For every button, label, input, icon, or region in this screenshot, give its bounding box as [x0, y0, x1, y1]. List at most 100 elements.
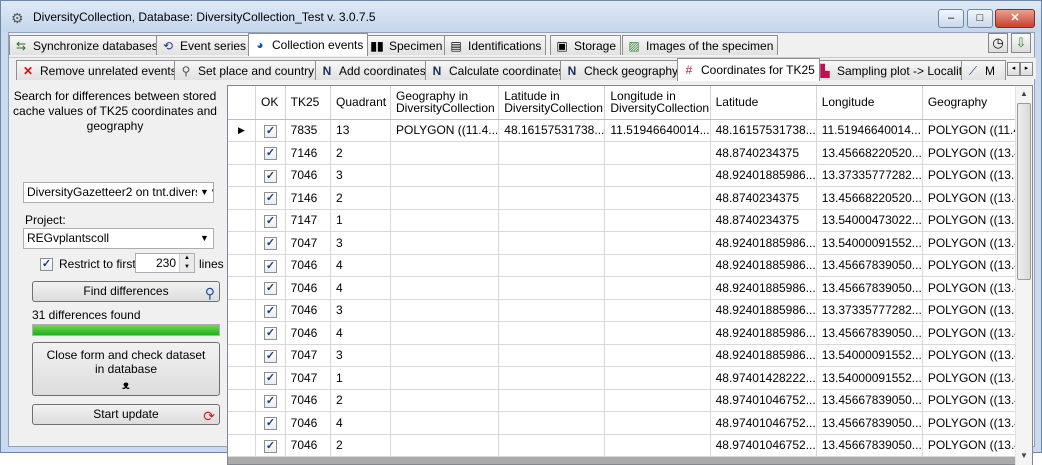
ok-cell[interactable]: ✓ — [255, 299, 286, 322]
cell-quadrant[interactable]: 3 — [330, 164, 391, 187]
differences-grid[interactable]: OK TK25 Quadrant Geography in DiversityC… — [227, 85, 1033, 465]
cell-lat-dc[interactable] — [498, 141, 606, 165]
table-row[interactable]: ▶ ✓ 7835 13 POLYGON ((11.4... 48.16157531738.… — [228, 119, 1032, 142]
cell-lat-dc[interactable] — [498, 186, 606, 210]
cell-lon-dc[interactable] — [604, 186, 711, 210]
cell-lon[interactable]: 13.45667839050... — [816, 321, 923, 345]
cell-lat[interactable]: 48.92401885986... — [710, 344, 817, 367]
cell-tk25[interactable]: 7046 — [285, 321, 332, 345]
ok-checkbox[interactable]: ✓ — [263, 214, 277, 228]
column-header[interactable]: Quadrant — [330, 86, 391, 120]
cell-lat[interactable]: 48.8740234375 — [710, 209, 817, 232]
cell-lon-dc[interactable] — [604, 276, 711, 300]
cell-lon[interactable]: 13.45668220520... — [816, 141, 923, 165]
row-header[interactable] — [228, 434, 256, 457]
table-row[interactable]: ✓ 7046 4 48.92401885986... 13.45667839050...… — [228, 254, 1032, 277]
table-row[interactable]: ✓ 7046 3 48.92401885986... 13.37335777282...… — [228, 299, 1032, 322]
cell-tk25[interactable]: 7835 — [285, 119, 332, 142]
cell-quadrant[interactable]: 4 — [330, 254, 391, 277]
ok-checkbox[interactable]: ✓ — [263, 327, 277, 341]
cell-lon[interactable]: 13.45667839050... — [816, 276, 923, 300]
cell-lon[interactable]: 13.45667839050... — [816, 434, 923, 457]
cell-lon[interactable]: 13.45667839050... — [816, 254, 923, 277]
close-form-button[interactable]: Close form and check dataset in database… — [32, 342, 220, 396]
minimize-button[interactable]: – — [938, 9, 964, 28]
cell-quadrant[interactable]: 2 — [330, 186, 391, 210]
scroll-down-icon[interactable]: ▼ — [1016, 448, 1032, 464]
tab-specimen[interactable]: ▮▮ Specimen — [365, 35, 448, 55]
table-row[interactable]: ✓ 7046 2 48.97401046752... 13.45667839050...… — [228, 434, 1032, 457]
cell-lon-dc[interactable] — [604, 299, 711, 322]
table-row[interactable]: ✓ 7046 2 48.97401046752... 13.45667839050...… — [228, 389, 1032, 412]
cell-geo-dc[interactable]: POLYGON ((11.4... — [390, 119, 500, 142]
cell-lon-dc[interactable] — [604, 321, 711, 345]
ok-cell[interactable]: ✓ — [255, 276, 286, 300]
cell-lon-dc[interactable] — [604, 141, 711, 165]
cell-lon[interactable]: 11.51946640014... — [816, 119, 923, 142]
cell-lat-dc[interactable]: 48.16157531738... — [498, 119, 606, 142]
row-header[interactable] — [228, 164, 256, 187]
table-row[interactable]: ✓ 7047 3 48.92401885986... 13.54000091552...… — [228, 231, 1032, 255]
ok-checkbox[interactable]: ✓ — [263, 282, 277, 296]
cell-lat[interactable]: 48.97401046752... — [710, 411, 817, 435]
cell-lat-dc[interactable] — [498, 411, 606, 435]
ok-cell[interactable]: ✓ — [255, 254, 286, 277]
cell-quadrant[interactable]: 3 — [330, 344, 391, 367]
table-row[interactable]: ✓ 7046 4 48.97401046752... 13.45667839050...… — [228, 411, 1032, 435]
clock-icon[interactable]: ◷ — [988, 33, 1008, 53]
row-header[interactable] — [228, 389, 256, 412]
cell-tk25[interactable]: 7046 — [285, 411, 332, 435]
cell-quadrant[interactable]: 2 — [330, 141, 391, 165]
cell-tk25[interactable]: 7046 — [285, 254, 332, 277]
cell-lat[interactable]: 48.97401046752... — [710, 389, 817, 412]
cell-lat[interactable]: 48.97401046752... — [710, 434, 817, 457]
tab-coordinates-for-tk25[interactable]: # Coordinates for TK25 — [677, 58, 820, 81]
cell-tk25[interactable]: 7046 — [285, 299, 332, 322]
cell-geo-dc[interactable] — [390, 209, 500, 232]
table-row[interactable]: ✓ 7046 4 48.92401885986... 13.45667839050...… — [228, 276, 1032, 300]
cell-lon-dc[interactable] — [604, 164, 711, 187]
tab-scroll-left-icon[interactable]: ◂ — [1007, 62, 1020, 76]
gazetteer-source-select[interactable]: DiversityGazetteer2 on tnt.diversityw ▼ — [23, 182, 214, 203]
cell-lat[interactable]: 48.92401885986... — [710, 164, 817, 187]
tab-event-series[interactable]: ⟲ Event series — [156, 35, 252, 55]
cell-quadrant[interactable]: 1 — [330, 209, 391, 232]
project-select[interactable]: REGvplantscoll ▼ — [23, 228, 214, 249]
spin-up-icon[interactable]: ▲ — [179, 254, 194, 263]
tab-calculate-coordinates[interactable]: N Calculate coordinates — [425, 60, 570, 80]
save-icon[interactable]: ⇩ — [1011, 33, 1031, 53]
column-header[interactable]: TK25 — [285, 86, 332, 120]
column-header[interactable]: Longitude in DiversityCollection — [604, 86, 711, 120]
cell-lon-dc[interactable] — [604, 411, 711, 435]
ok-checkbox[interactable]: ✓ — [263, 372, 277, 386]
cell-geo-dc[interactable] — [390, 254, 500, 277]
cell-quadrant[interactable]: 2 — [330, 389, 391, 412]
cell-geo-dc[interactable] — [390, 276, 500, 300]
cell-geo-dc[interactable] — [390, 321, 500, 345]
cell-lat[interactable]: 48.92401885986... — [710, 254, 817, 277]
cell-geo-dc[interactable] — [390, 164, 500, 187]
table-row[interactable]: ✓ 7047 1 48.97401428222... 13.54000091552...… — [228, 366, 1032, 390]
row-header[interactable] — [228, 254, 256, 277]
ok-checkbox[interactable]: ✓ — [263, 304, 277, 318]
ok-checkbox[interactable]: ✓ — [263, 349, 277, 363]
ok-checkbox[interactable]: ✓ — [263, 124, 277, 138]
cell-lon-dc[interactable] — [604, 209, 711, 232]
find-differences-button[interactable]: Find differences ⚲ — [32, 281, 220, 302]
cell-tk25[interactable]: 7146 — [285, 141, 332, 165]
cell-geo-dc[interactable] — [390, 186, 500, 210]
cell-lat-dc[interactable] — [498, 321, 606, 345]
tab-remove-unrelated-events[interactable]: ✕ Remove unrelated events — [16, 60, 182, 80]
ok-checkbox[interactable]: ✓ — [263, 147, 277, 161]
cell-lat-dc[interactable] — [498, 299, 606, 322]
table-row[interactable]: ✓ 7046 4 48.92401885986... 13.45667839050...… — [228, 321, 1032, 345]
scroll-up-icon[interactable]: ▲ — [1016, 86, 1032, 102]
spin-down-icon[interactable]: ▼ — [179, 263, 194, 272]
column-header[interactable]: Longitude — [816, 86, 923, 120]
cell-tk25[interactable]: 7047 — [285, 366, 332, 390]
ok-checkbox[interactable]: ✓ — [263, 169, 277, 183]
ok-cell[interactable]: ✓ — [255, 389, 286, 412]
ok-cell[interactable]: ✓ — [255, 141, 286, 165]
cell-lon-dc[interactable] — [604, 366, 711, 390]
cell-lon[interactable]: 13.45667839050... — [816, 389, 923, 412]
